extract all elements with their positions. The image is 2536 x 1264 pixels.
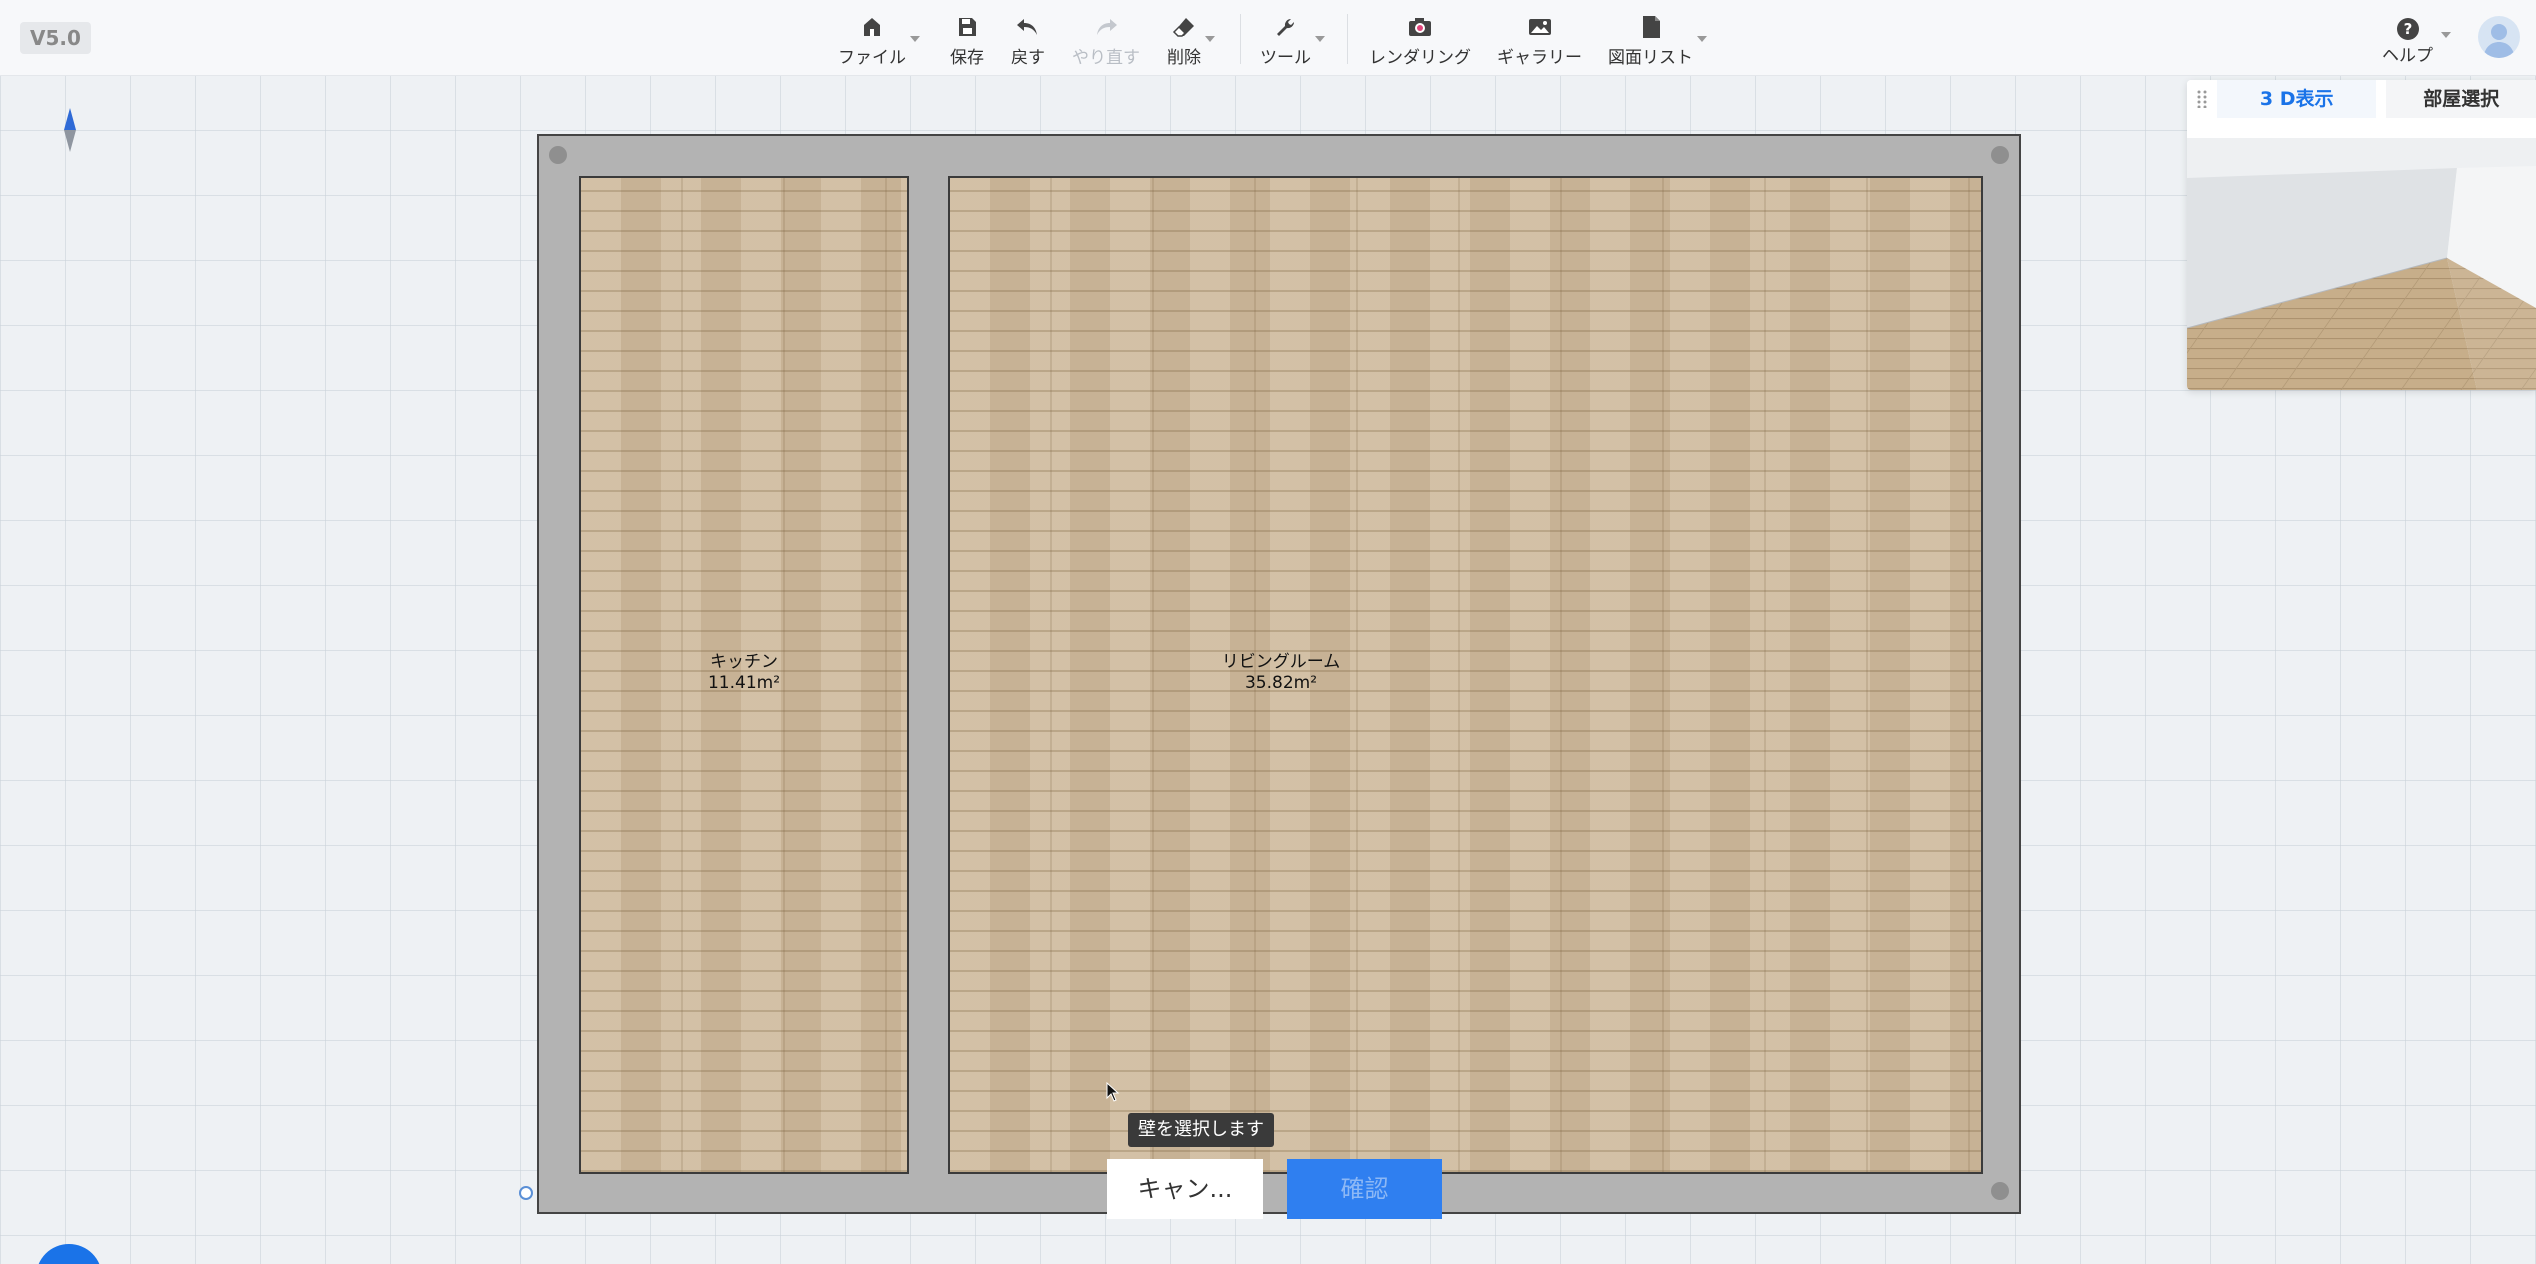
undo-icon: [1013, 12, 1043, 42]
chevron-down-icon: [2441, 32, 2451, 38]
undo-button[interactable]: 戻す: [1011, 8, 1045, 68]
top-toolbar: V5.0 ファイル 保存 戻す やり直す 削除 ツール レンダリング ギャラリー…: [0, 0, 2536, 76]
room-living-label: リビングルーム 35.82m²: [1222, 652, 1341, 694]
compass-icon[interactable]: [58, 106, 82, 158]
hint-tooltip: 壁を選択します: [1128, 1113, 1274, 1147]
wall-corner-node[interactable]: [1991, 1182, 2009, 1200]
version-badge: V5.0: [20, 22, 91, 54]
toolbar-divider: [1240, 14, 1241, 64]
wrench-icon: [1271, 12, 1301, 42]
eraser-icon: [1169, 12, 1199, 42]
chevron-down-icon: [1205, 36, 1215, 42]
preview-tabs: 3 D表示 部屋選択: [2187, 80, 2536, 118]
chevron-down-icon: [1697, 36, 1707, 42]
tab-3d-view[interactable]: 3 D表示: [2216, 80, 2377, 118]
svg-text:?: ?: [2403, 20, 2412, 38]
help-label: ヘルプ: [2382, 46, 2433, 66]
chevron-down-icon: [1315, 36, 1325, 42]
mouse-cursor-icon: [1106, 1081, 1120, 1106]
document-icon: [1636, 12, 1666, 42]
toolbar-divider: [1347, 14, 1348, 64]
camera-icon: [1405, 12, 1435, 42]
chevron-down-icon: [910, 36, 920, 42]
preview-3d-panel: 3 D表示 部屋選択: [2187, 80, 2536, 390]
undo-label: 戻す: [1011, 48, 1045, 68]
room-name: リビングルーム: [1221, 652, 1341, 672]
room-living[interactable]: リビングルーム 35.82m²: [948, 176, 1983, 1174]
floor-plan-walls[interactable]: キッチン 11.41m² リビングルーム 35.82m²: [537, 134, 2021, 1214]
rendering-button[interactable]: レンダリング: [1369, 8, 1471, 68]
rendering-label: レンダリング: [1369, 48, 1471, 68]
redo-icon: [1091, 12, 1121, 42]
save-icon: [952, 12, 982, 42]
delete-label: 削除: [1167, 48, 1201, 68]
preview-3d-viewport[interactable]: [2187, 138, 2536, 390]
image-icon: [1525, 12, 1555, 42]
tab-room-select[interactable]: 部屋選択: [2386, 80, 2536, 118]
room-area: 11.41m²: [707, 673, 781, 693]
save-button[interactable]: 保存: [950, 8, 984, 68]
help-icon: ?: [2393, 14, 2423, 44]
drawing-list-label: 図面リスト: [1608, 48, 1693, 68]
redo-label: やり直す: [1072, 48, 1140, 68]
gallery-label: ギャラリー: [1497, 48, 1582, 68]
tools-label: ツール: [1260, 48, 1311, 68]
wall-corner-node[interactable]: [549, 146, 567, 164]
redo-button[interactable]: やり直す: [1072, 8, 1140, 68]
wall-corner-node[interactable]: [1991, 146, 2009, 164]
tools-menu-button[interactable]: ツール: [1260, 8, 1325, 68]
file-menu-label: ファイル: [838, 48, 906, 68]
save-label: 保存: [950, 48, 984, 68]
room-name: キッチン: [709, 652, 778, 672]
user-avatar[interactable]: [2478, 16, 2520, 58]
home-icon: [857, 12, 887, 42]
drag-handle-icon[interactable]: [2187, 80, 2217, 118]
help-button[interactable]: ? ヘルプ: [2382, 10, 2451, 70]
file-menu-button[interactable]: ファイル: [838, 8, 920, 68]
drawing-list-button[interactable]: 図面リスト: [1608, 8, 1707, 68]
floating-action-button[interactable]: [36, 1244, 102, 1264]
confirm-button[interactable]: 確認: [1287, 1159, 1442, 1219]
room-kitchen[interactable]: キッチン 11.41m²: [579, 176, 909, 1174]
cancel-button[interactable]: キャン...: [1107, 1159, 1263, 1219]
gallery-button[interactable]: ギャラリー: [1497, 8, 1582, 68]
room-kitchen-label: キッチン 11.41m²: [708, 652, 780, 694]
room-area: 35.82m²: [1244, 673, 1318, 693]
delete-button[interactable]: 削除: [1167, 8, 1215, 68]
wall-drag-handle[interactable]: [519, 1186, 533, 1200]
user-icon: [2483, 24, 2515, 58]
